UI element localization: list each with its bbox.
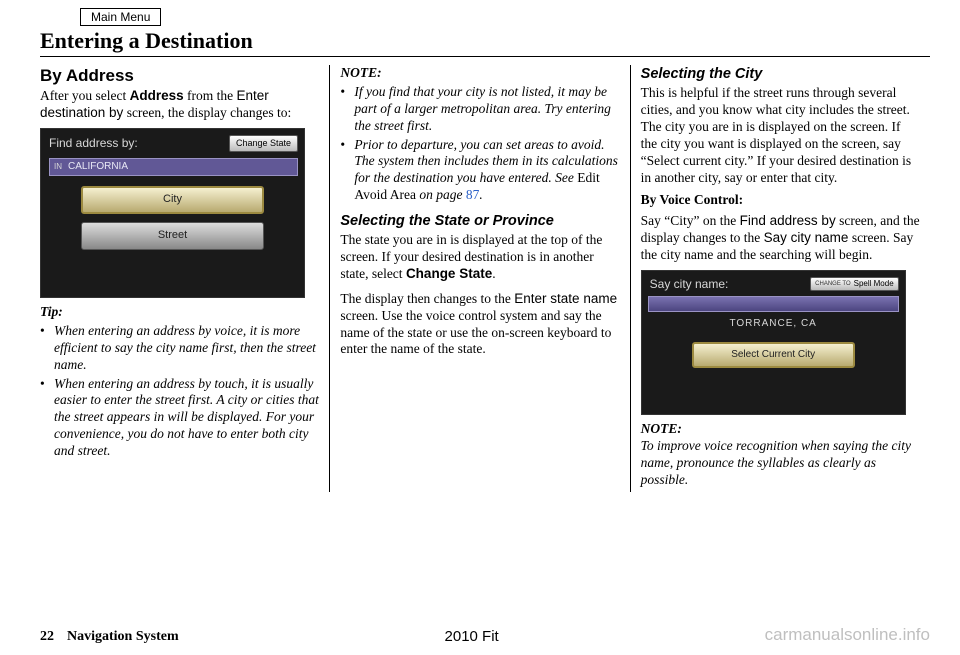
spell-mode-label: Spell Mode — [854, 279, 894, 289]
state-display: IN CALIFORNIA — [49, 158, 298, 176]
city-input-bar[interactable] — [648, 296, 899, 312]
note-label: NOTE: — [340, 65, 619, 82]
note-text: To improve voice recognition when saying… — [641, 438, 920, 489]
change-to-spell-mode-button[interactable]: CHANGE TO Spell Mode — [810, 277, 898, 291]
say-city-title: Say city name: — [650, 277, 729, 292]
txt: . — [492, 266, 495, 281]
note-item: •If you find that your city is not liste… — [340, 84, 619, 135]
column-1: By Address After you select Address from… — [40, 65, 329, 492]
find-address-screenshot: Find address by: Change State IN CALIFOR… — [40, 128, 305, 298]
footer-section: Navigation System — [67, 629, 179, 644]
city-para-2: Say “City” on the Find address by screen… — [641, 213, 920, 264]
section-by-address: By Address — [40, 65, 319, 86]
note-text: Prior to departure, you can set areas to… — [354, 137, 619, 205]
in-label: IN — [54, 162, 62, 172]
txt: from the — [184, 88, 237, 103]
tip-label: Tip: — [40, 304, 319, 321]
change-state-button[interactable]: Change State — [229, 135, 298, 152]
tip-list: •When entering an address by voice, it i… — [40, 323, 319, 460]
tip-item: •When entering an address by touch, it i… — [40, 376, 319, 460]
column-3: Selecting the City This is helpful if th… — [630, 65, 930, 492]
txt: By Voice Control: — [641, 192, 744, 207]
address-label: Address — [130, 88, 184, 103]
state-para-1: The state you are in is displayed at the… — [340, 232, 619, 283]
find-address-title: Find address by: — [49, 136, 138, 151]
change-to-label: CHANGE TO — [815, 281, 850, 287]
txt: The display then changes to the — [340, 291, 514, 306]
enter-state-name-label: Enter state name — [514, 291, 617, 306]
intro-text: After you select Address from the Enter … — [40, 88, 319, 122]
select-current-city-button[interactable]: Select Current City — [692, 342, 855, 368]
tip-item: •When entering an address by voice, it i… — [40, 323, 319, 374]
page-link-87[interactable]: 87 — [466, 187, 480, 202]
footer-model: 2010 Fit — [445, 628, 499, 645]
note-label: NOTE: — [641, 421, 920, 438]
city-para-1: This is helpful if the street runs throu… — [641, 85, 920, 186]
say-city-name-label: Say city name — [764, 230, 849, 245]
page-number: 22 — [40, 629, 54, 644]
main-menu-button[interactable]: Main Menu — [80, 8, 161, 26]
city-button[interactable]: City — [81, 186, 264, 214]
by-voice-control-label: By Voice Control: — [641, 192, 920, 209]
txt: screen. Use the voice control system and… — [340, 308, 611, 357]
column-2: NOTE: •If you find that your city is not… — [329, 65, 629, 492]
txt: After you select — [40, 88, 130, 103]
current-city-display: TORRANCE, CA — [642, 318, 905, 331]
find-address-by-label: Find address by — [740, 213, 836, 228]
txt: on page — [416, 187, 466, 202]
tip-text: When entering an address by voice, it is… — [54, 323, 319, 374]
txt: Say “City” on the — [641, 213, 740, 228]
street-button[interactable]: Street — [81, 222, 264, 250]
state-para-2: The display then changes to the Enter st… — [340, 291, 619, 359]
subsection-selecting-city: Selecting the City — [641, 65, 920, 83]
note-text: If you find that your city is not listed… — [354, 84, 619, 135]
footer-left: 22 Navigation System — [40, 628, 179, 645]
txt: screen, the display changes to: — [123, 105, 291, 120]
footer-watermark: carmanualsonline.info — [765, 625, 930, 645]
txt: . — [479, 187, 482, 202]
change-state-label: Change State — [406, 266, 492, 281]
page-title: Entering a Destination — [40, 28, 930, 57]
say-city-screenshot: Say city name: CHANGE TO Spell Mode TORR… — [641, 270, 906, 415]
tip-text: When entering an address by touch, it is… — [54, 376, 319, 460]
note-item: • Prior to departure, you can set areas … — [340, 137, 619, 205]
page-footer: 22 Navigation System 2010 Fit carmanuals… — [40, 625, 930, 645]
subsection-state-province: Selecting the State or Province — [340, 212, 619, 230]
state-value: CALIFORNIA — [68, 161, 128, 174]
note-list: •If you find that your city is not liste… — [340, 84, 619, 204]
